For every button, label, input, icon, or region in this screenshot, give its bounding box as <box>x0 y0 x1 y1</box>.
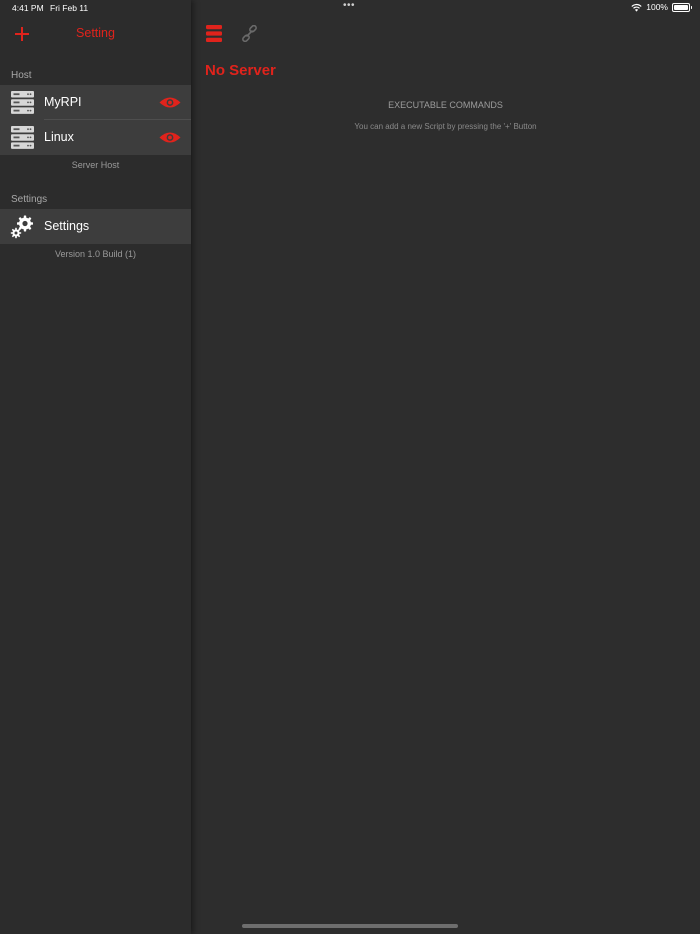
version-label: Version 1.0 Build (1) <box>54 249 137 259</box>
app-screen: 4:41 PM Fri Feb 11 ••• 100% Setting Host <box>0 0 700 934</box>
host-row-linux[interactable]: Linux <box>0 120 191 155</box>
host-section-label: Host <box>11 70 32 81</box>
server-icon <box>11 126 34 149</box>
battery-icon <box>672 2 692 12</box>
detail-title: No Server <box>205 62 276 79</box>
host-row-myrpi[interactable]: MyRPI <box>0 85 191 120</box>
status-bar: 4:41 PM Fri Feb 11 ••• 100% <box>0 0 700 16</box>
host-label: MyRPI <box>44 95 82 109</box>
home-indicator[interactable] <box>242 924 458 928</box>
server-icon <box>11 91 34 114</box>
host-section-footer: Server Host <box>71 160 120 170</box>
detail-pane: No Server <box>191 0 700 934</box>
list-icon[interactable] <box>206 25 222 42</box>
wifi-icon <box>631 3 642 12</box>
settings-section-label: Settings <box>11 194 48 205</box>
status-time: 4:41 PM <box>12 3 44 13</box>
link-icon[interactable] <box>241 25 258 42</box>
commands-title: EXECUTABLE COMMANDS <box>388 100 503 110</box>
gear-icon <box>10 215 33 239</box>
settings-row[interactable]: Settings <box>0 209 191 244</box>
commands-hint: You can add a new Script by pressing the… <box>354 122 537 131</box>
host-label: Linux <box>44 130 74 144</box>
status-date: Fri Feb 11 <box>50 3 89 13</box>
sidebar: Setting Host MyRPI Linux Server Host Set… <box>0 0 191 934</box>
sidebar-header: Setting <box>0 18 191 50</box>
multitasking-dots[interactable]: ••• <box>343 0 355 11</box>
eye-icon[interactable] <box>159 131 181 144</box>
settings-label: Settings <box>44 219 90 233</box>
battery-percent: 100% <box>646 2 668 12</box>
sidebar-title: Setting <box>76 26 115 40</box>
status-right: 100% <box>631 2 692 12</box>
eye-icon[interactable] <box>159 96 181 109</box>
